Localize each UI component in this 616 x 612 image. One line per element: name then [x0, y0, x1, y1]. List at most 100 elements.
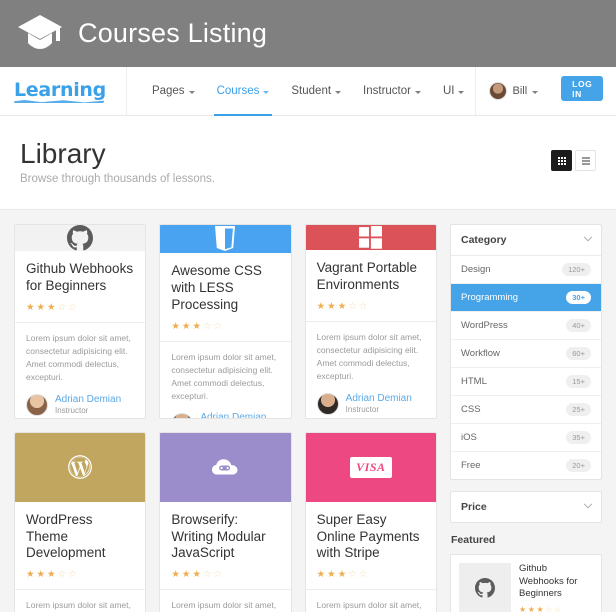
grid-view-button[interactable]: [551, 150, 572, 171]
author-name: Adrian Demian: [200, 412, 267, 419]
course-card[interactable]: WordPress Theme Development ★★★☆☆ Lorem …: [14, 431, 147, 612]
category-panel: Category Design 120+ Programming 30+ Wor…: [450, 224, 602, 481]
category-row-wordpress[interactable]: WordPress 40+: [451, 312, 601, 341]
chevron-down-icon: [335, 90, 342, 94]
category-label: Free: [461, 460, 481, 472]
rating-stars: ★★★☆☆: [26, 301, 79, 313]
course-card[interactable]: Awesome CSS with LESS Processing ★★★☆☆ L…: [159, 224, 292, 419]
wordpress-icon: [68, 455, 93, 480]
featured-card[interactable]: Github Webhooks for Beginners ★★★☆☆: [450, 554, 602, 612]
course-description: Lorem ipsum dolor sit amet, consectetur …: [171, 351, 277, 402]
card-media: VISA: [305, 432, 436, 502]
brand-label: Learning: [14, 79, 106, 101]
course-description: Lorem ipsum dolor sit amet, consectetur: [26, 600, 131, 611]
category-row-css[interactable]: CSS 25+: [451, 396, 601, 425]
featured-thumb: [459, 563, 511, 612]
card-body: Awesome CSS with LESS Processing ★★★☆☆: [160, 253, 290, 340]
category-panel-title: Category: [461, 234, 507, 247]
card-media: [15, 225, 146, 252]
avatar: [316, 392, 339, 415]
graduation-cap-icon: [16, 12, 64, 56]
page-root: Courses Listing Learning Pages Courses S…: [0, 0, 616, 612]
chevron-down-icon: [263, 90, 270, 94]
course-card[interactable]: Vagrant Portable Environments ★★★☆☆ Lore…: [304, 224, 437, 419]
card-media: [305, 225, 436, 251]
page-title: Library: [20, 138, 106, 169]
course-author[interactable]: Adrian Demian Instructor: [306, 384, 436, 418]
nav-right-group: Bill LOG IN: [475, 67, 616, 115]
featured-title: Github Webhooks for Beginners: [519, 563, 578, 600]
course-description: Lorem ipsum dolor sit amet, consectetur …: [316, 331, 422, 382]
github-icon: [475, 578, 495, 598]
brand-logo[interactable]: Learning: [14, 67, 127, 115]
course-description: Lorem ipsum dolor sit amet, consectetur: [316, 600, 422, 611]
page-banner: Courses Listing: [0, 0, 616, 67]
author-block: Adrian Demian Instructor: [200, 412, 267, 419]
category-label: CSS: [461, 404, 481, 416]
category-row-workflow[interactable]: Workflow 60+: [451, 340, 601, 369]
nav-item-courses[interactable]: Courses: [206, 67, 281, 116]
course-title: Vagrant Portable Environments: [316, 260, 417, 293]
category-row-design[interactable]: Design 120+: [451, 256, 601, 285]
category-count-badge: 35+: [566, 431, 591, 445]
category-count-badge: 15+: [566, 375, 591, 389]
price-panel: Price: [450, 491, 602, 524]
library-header: Library Browse through thousands of less…: [0, 116, 616, 211]
avatar: [489, 82, 508, 100]
category-row-programming[interactable]: Programming 30+: [451, 284, 601, 313]
github-icon: [67, 225, 94, 251]
nav-item-ui[interactable]: UI: [432, 67, 476, 115]
category-panel-header[interactable]: Category: [451, 225, 601, 257]
featured-label: Featured: [451, 534, 496, 547]
category-count-badge: 20+: [566, 459, 591, 473]
rating-stars: ★★★☆☆: [316, 300, 370, 312]
course-title: WordPress Theme Development: [26, 511, 106, 561]
rating-stars: ★★★☆☆: [316, 569, 370, 581]
nav-item-student[interactable]: Student: [280, 67, 352, 115]
category-label: Workflow: [461, 348, 500, 360]
category-label: iOS: [461, 432, 477, 444]
category-label: WordPress: [461, 320, 508, 332]
chevron-down-icon: [458, 90, 465, 94]
nav-item-pages[interactable]: Pages: [141, 67, 206, 115]
chevron-down-icon: [414, 90, 421, 94]
featured-info: Github Webhooks for Beginners ★★★☆☆: [519, 563, 593, 612]
login-button[interactable]: LOG IN: [561, 76, 604, 101]
course-author[interactable]: Adrian Demian Instructor: [15, 385, 145, 418]
nav-item-instructor[interactable]: Instructor: [352, 67, 432, 115]
category-count-badge: 30+: [566, 291, 591, 305]
course-author[interactable]: Adrian Demian Instructor: [160, 403, 290, 419]
category-row-ios[interactable]: iOS 35+: [451, 424, 601, 453]
grid-view-icon: [557, 156, 566, 165]
card-media: [15, 432, 146, 502]
banner-title: Courses Listing: [78, 18, 268, 48]
course-title: Browserify: Writing Modular JavaScript: [171, 511, 266, 561]
nav-item-label: Student: [291, 85, 332, 97]
card-body: WordPress Theme Development ★★★☆☆: [15, 502, 145, 589]
category-label: Design: [461, 264, 491, 276]
category-row-free[interactable]: Free 20+: [451, 452, 601, 479]
course-card[interactable]: VISA Super Easy Online Payments with Str…: [304, 431, 437, 612]
course-title: Github Webhooks for Beginners: [26, 261, 134, 294]
course-card[interactable]: Browserify: Writing Modular JavaScript ★…: [159, 431, 292, 612]
author-name: Adrian Demian: [55, 393, 122, 405]
nav-item-label: UI: [442, 85, 455, 97]
category-label: Programming: [461, 292, 519, 304]
course-card[interactable]: Github Webhooks for Beginners ★★★☆☆ Lore…: [14, 224, 147, 419]
rating-stars: ★★★☆☆: [519, 604, 563, 612]
course-description: Lorem ipsum dolor sit amet, consectetur …: [26, 332, 131, 383]
rating-stars: ★★★☆☆: [26, 569, 79, 581]
nav-item-label: Pages: [151, 85, 185, 97]
category-count-badge: 40+: [566, 319, 591, 333]
category-label: HTML: [461, 376, 487, 388]
card-body: Browserify: Writing Modular JavaScript ★…: [160, 502, 290, 589]
avatar: [26, 393, 48, 416]
author-role: Instructor: [55, 406, 89, 416]
avatar: [171, 412, 194, 418]
user-menu[interactable]: Bill: [475, 67, 551, 115]
list-view-button[interactable]: [575, 150, 596, 171]
card-media: [160, 432, 291, 502]
category-row-html[interactable]: HTML 15+: [451, 368, 601, 397]
price-panel-header[interactable]: Price: [451, 492, 601, 522]
course-grid: Github Webhooks for Beginners ★★★☆☆ Lore…: [14, 224, 437, 612]
